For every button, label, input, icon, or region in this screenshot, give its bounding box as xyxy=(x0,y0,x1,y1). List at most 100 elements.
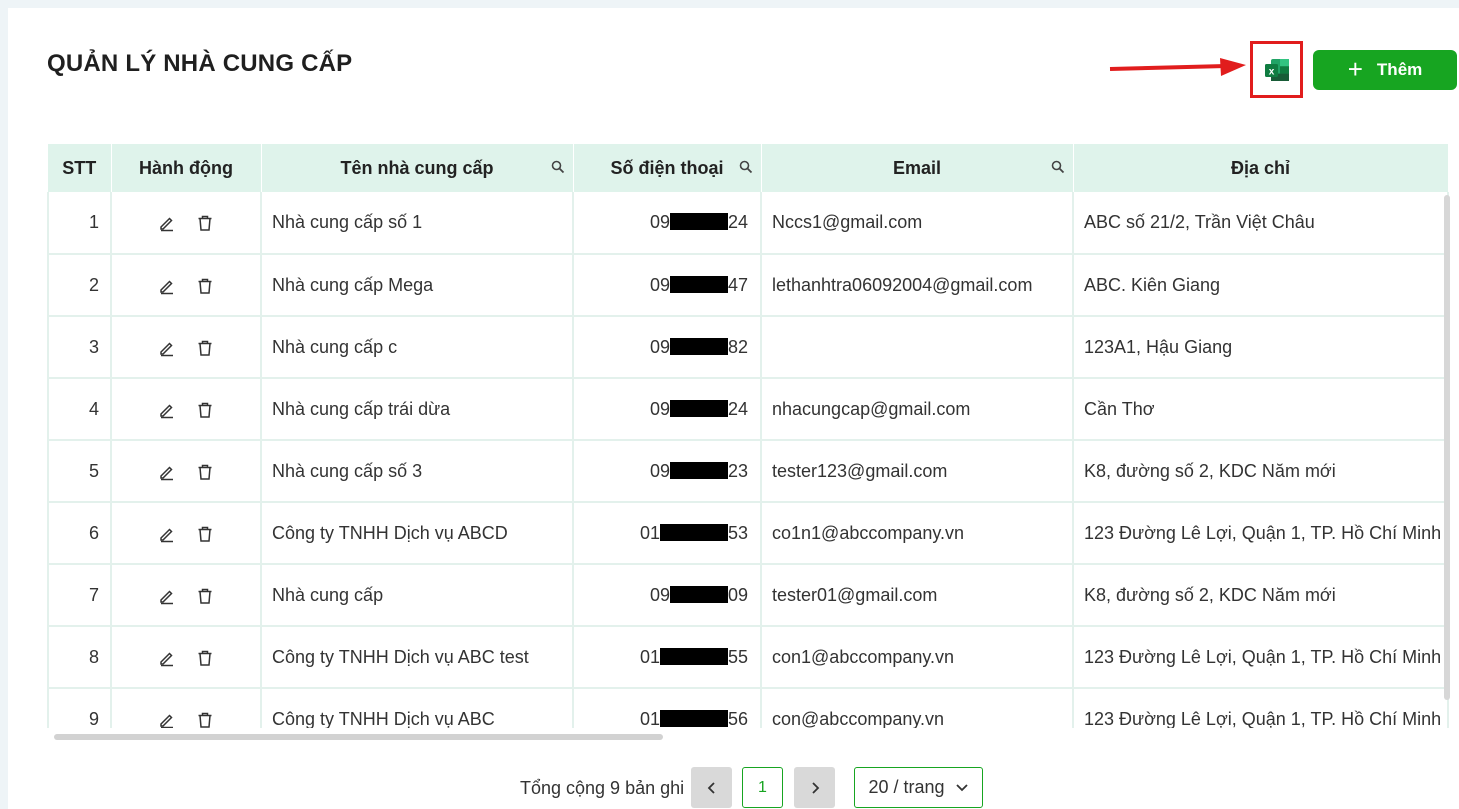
phone-start: 09 xyxy=(649,212,670,232)
cell-actions xyxy=(111,192,262,255)
trash-icon[interactable] xyxy=(196,339,214,357)
cell-actions xyxy=(111,502,262,565)
table-header-row: STT Hành động Tên nhà cung cấp Số điện t… xyxy=(48,144,1449,192)
vertical-scrollbar[interactable] xyxy=(1444,195,1450,700)
phone-end: 24 xyxy=(727,212,748,232)
table-row[interactable]: 1 Nhà cung cấp số 1 09 24 Nccs1@gmail.com ABC… xyxy=(47,192,1449,255)
phone-start: 09 xyxy=(649,460,670,481)
phone-end: 53 xyxy=(727,522,748,543)
chevron-left-icon xyxy=(707,781,715,794)
cell-address: 123 Đường Lê Lợi, Quận 1, TP. Hồ Chí Min… xyxy=(1073,688,1449,728)
cell-actions xyxy=(111,688,262,728)
phone-end: 56 xyxy=(727,708,748,729)
pagination-total: Tổng cộng 9 bản ghi xyxy=(520,778,685,798)
phone-start: 09 xyxy=(649,398,670,419)
prev-page-button[interactable] xyxy=(691,767,732,808)
cell-email: con@abccompany.vn xyxy=(761,688,1074,728)
cell-phone: 09 09 xyxy=(573,564,762,627)
cell-name: Nhà cung cấp Mega xyxy=(261,254,574,317)
trash-icon[interactable] xyxy=(196,463,214,481)
page-size-select[interactable]: 20 / trang xyxy=(854,767,983,808)
cell-actions xyxy=(111,378,262,441)
horizontal-scrollbar[interactable] xyxy=(54,734,663,740)
cell-phone: 09 47 xyxy=(573,254,762,317)
phone-redaction xyxy=(669,275,728,293)
cell-actions xyxy=(111,626,262,689)
add-button[interactable]: + Thêm xyxy=(1313,50,1457,90)
phone-start: 09 xyxy=(649,274,670,295)
search-icon[interactable] xyxy=(1051,160,1065,174)
cell-phone: 01 53 xyxy=(573,502,762,565)
cell-name: Nhà cung cấp trái dừa xyxy=(261,378,574,441)
search-icon[interactable] xyxy=(739,160,753,174)
cell-stt: 4 xyxy=(47,378,112,441)
cell-stt: 5 xyxy=(47,440,112,503)
cell-actions xyxy=(111,440,262,503)
table-row[interactable]: 2 Nhà cung cấp Mega 09 47 lethanhtra06092004… xyxy=(47,254,1449,317)
trash-icon[interactable] xyxy=(196,587,214,605)
phone-end: 47 xyxy=(727,274,748,295)
table-row[interactable]: 8 Công ty TNHH Dịch vụ ABC test 01 55 con1@a… xyxy=(47,626,1449,689)
table-row[interactable]: 5 Nhà cung cấp số 3 09 23 tester123@gmail.co… xyxy=(47,440,1449,503)
trash-icon[interactable] xyxy=(196,277,214,295)
edit-icon[interactable] xyxy=(158,525,176,543)
table-row[interactable]: 4 Nhà cung cấp trái dừa 09 24 nhacungcap@gma… xyxy=(47,378,1449,441)
column-header-email: Email xyxy=(761,144,1074,192)
cell-address: ABC. Kiên Giang xyxy=(1073,254,1449,317)
cell-address: ABC số 21/2, Trần Việt Châu xyxy=(1073,192,1449,255)
cell-phone: 01 56 xyxy=(573,688,762,729)
cell-name: Công ty TNHH Dịch vụ ABCD xyxy=(261,502,574,565)
table-row[interactable]: 9 Công ty TNHH Dịch vụ ABC 01 56 con@abccomp… xyxy=(47,688,1449,729)
table-row[interactable]: 6 Công ty TNHH Dịch vụ ABCD 01 53 co1n1@abcc… xyxy=(47,502,1449,565)
edit-icon[interactable] xyxy=(158,339,176,357)
cell-name: Công ty TNHH Dịch vụ ABC xyxy=(261,688,574,728)
add-button-label: Thêm xyxy=(1376,60,1423,79)
cell-phone: 09 82 xyxy=(573,316,762,379)
edit-icon[interactable] xyxy=(158,463,176,481)
column-header-stt: STT xyxy=(48,144,112,192)
phone-redaction xyxy=(669,585,728,603)
cell-stt: 8 xyxy=(47,626,112,689)
export-excel-button[interactable]: x xyxy=(1250,41,1303,98)
page-button-current[interactable]: 1 xyxy=(742,767,783,808)
edit-icon[interactable] xyxy=(158,277,176,295)
cell-phone: 09 24 xyxy=(573,378,762,441)
cell-address: Cần Thơ xyxy=(1073,378,1449,441)
edit-icon[interactable] xyxy=(158,214,176,232)
phone-redaction xyxy=(659,647,728,665)
cell-email: co1n1@abccompany.vn xyxy=(761,502,1074,565)
trash-icon[interactable] xyxy=(196,649,214,667)
phone-redaction xyxy=(659,523,728,541)
table-row[interactable]: 7 Nhà cung cấp 09 09 tester01@gmail.com K8, đ… xyxy=(47,564,1449,627)
cell-address: 123 Đường Lê Lợi, Quận 1, TP. Hồ Chí Min… xyxy=(1073,626,1449,689)
trash-icon[interactable] xyxy=(196,214,214,232)
trash-icon[interactable] xyxy=(196,711,214,728)
next-page-button[interactable] xyxy=(794,767,835,808)
phone-redaction xyxy=(669,399,728,417)
cell-name: Nhà cung cấp số 1 xyxy=(261,192,574,255)
phone-end: 23 xyxy=(727,460,748,481)
edit-icon[interactable] xyxy=(158,711,176,728)
cell-actions xyxy=(111,564,262,627)
cell-address: 123A1, Hậu Giang xyxy=(1073,316,1449,379)
page-title: QUẢN LÝ NHÀ CUNG CẤP xyxy=(47,50,353,77)
trash-icon[interactable] xyxy=(196,525,214,543)
trash-icon[interactable] xyxy=(196,401,214,419)
edit-icon[interactable] xyxy=(158,587,176,605)
column-header-phone: Số điện thoại xyxy=(573,144,762,192)
phone-redaction xyxy=(659,709,728,727)
phone-start: 01 xyxy=(639,522,660,543)
supplier-table: STT Hành động Tên nhà cung cấp Số điện t… xyxy=(47,144,1449,728)
search-icon[interactable] xyxy=(551,160,565,174)
edit-icon[interactable] xyxy=(158,649,176,667)
phone-end: 09 xyxy=(727,584,748,605)
table-row[interactable]: 3 Nhà cung cấp c 09 82 123A1, Hậu Giang xyxy=(47,316,1449,379)
edit-icon[interactable] xyxy=(158,401,176,419)
phone-start: 01 xyxy=(639,646,660,667)
cell-stt: 6 xyxy=(47,502,112,565)
red-arrow-annotation xyxy=(1109,58,1246,76)
cell-stt: 3 xyxy=(47,316,112,379)
phone-start: 09 xyxy=(649,336,670,357)
cell-phone: 09 24 xyxy=(573,192,762,255)
cell-address: K8, đường số 2, KDC Năm mới xyxy=(1073,564,1449,627)
